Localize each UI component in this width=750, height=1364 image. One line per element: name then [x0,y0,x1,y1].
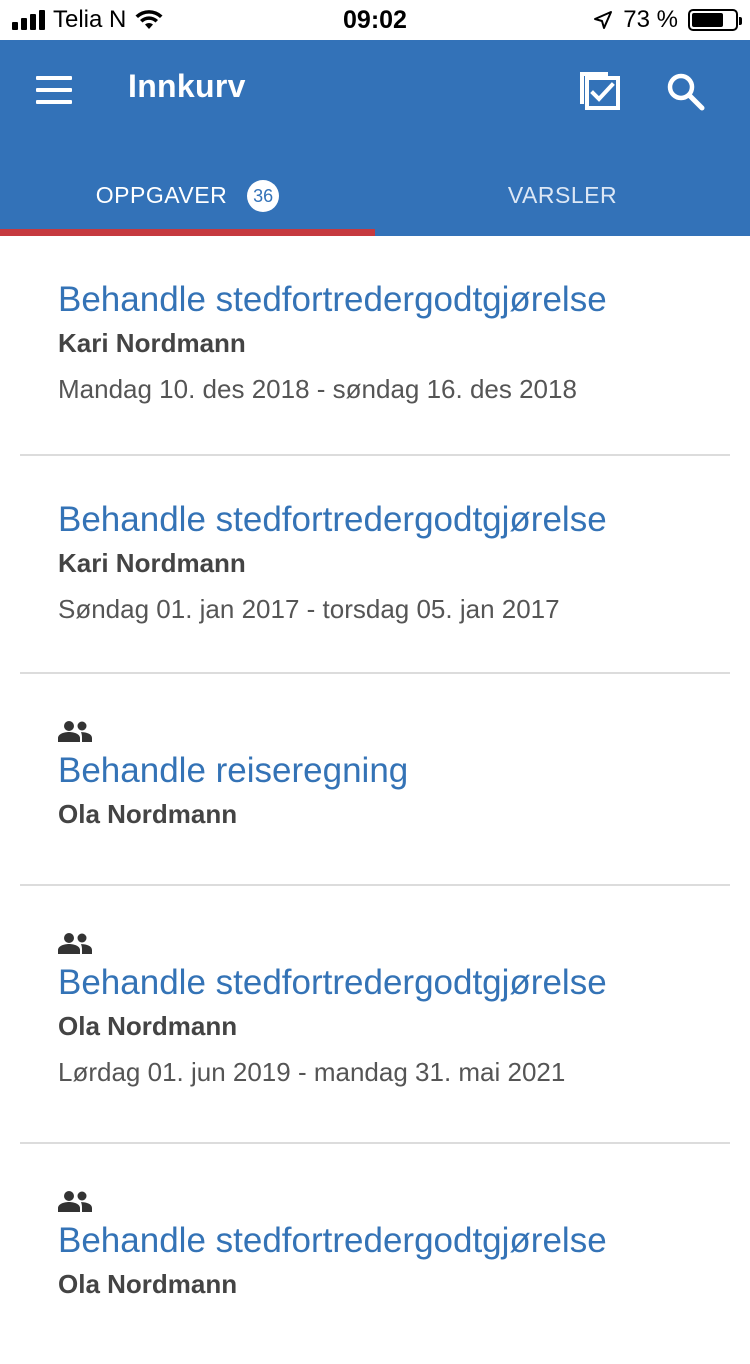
task-count-badge: 36 [247,180,280,212]
list-item[interactable]: Behandle stedfortredergodtgjørelse Ola N… [20,1144,730,1364]
checklist-button[interactable] [572,64,628,120]
task-date: Lørdag 01. jun 2019 - mandag 31. mai 202… [58,1057,566,1087]
battery-icon [688,9,742,31]
tab-label: VARSLER [507,182,618,208]
task-title: Behandle stedfortredergodtgjørelse [58,280,607,319]
list-item[interactable]: Behandle reiseregning Ola Nordmann [20,674,730,886]
list-item[interactable]: Behandle stedfortredergodtgjørelse Ola N… [20,886,730,1144]
list-item[interactable]: Behandle stedfortredergodtgjørelse Kari … [20,456,730,674]
menu-button[interactable] [30,70,78,110]
tab-label: OPPGAVER [95,182,228,208]
status-right: 73 % [593,6,742,34]
page-title: Innkurv [128,68,246,104]
task-person: Ola Nordmann [58,1011,238,1041]
task-person: Ola Nordmann [58,799,238,829]
task-person: Kari Nordmann [58,328,246,358]
task-title: Behandle stedfortredergodtgjørelse [58,963,607,1002]
app-header: Innkurv OPPGAVER 36 VARSLER [0,40,750,236]
task-title: Behandle stedfortredergodtgjørelse [58,1221,607,1260]
active-tab-indicator [0,229,375,236]
search-icon [667,73,705,111]
tab-bar: OPPGAVER 36 VARSLER [0,166,750,236]
task-title: Behandle reiseregning [58,751,409,790]
task-date: Mandag 10. des 2018 - søndag 16. des 201… [58,374,577,404]
checklist-icon [580,72,620,110]
group-icon [58,1191,92,1212]
task-title: Behandle stedfortredergodtgjørelse [58,500,607,539]
task-person: Kari Nordmann [58,548,246,578]
group-icon [58,933,92,954]
tab-varsler[interactable]: VARSLER [375,166,750,236]
search-button[interactable] [658,64,714,120]
tab-oppgaver[interactable]: OPPGAVER 36 [0,166,375,236]
status-bar: Telia N 09:02 73 % [0,0,750,40]
battery-percent: 73 % [623,6,678,33]
task-date: Søndag 01. jan 2017 - torsdag 05. jan 20… [58,594,560,624]
location-arrow-icon [594,11,613,29]
battery-level [692,13,723,27]
task-list: Behandle stedfortredergodtgjørelse Kari … [0,236,750,1364]
task-person: Ola Nordmann [58,1269,238,1299]
list-item[interactable]: Behandle stedfortredergodtgjørelse Kari … [20,236,730,456]
group-icon [58,721,92,742]
